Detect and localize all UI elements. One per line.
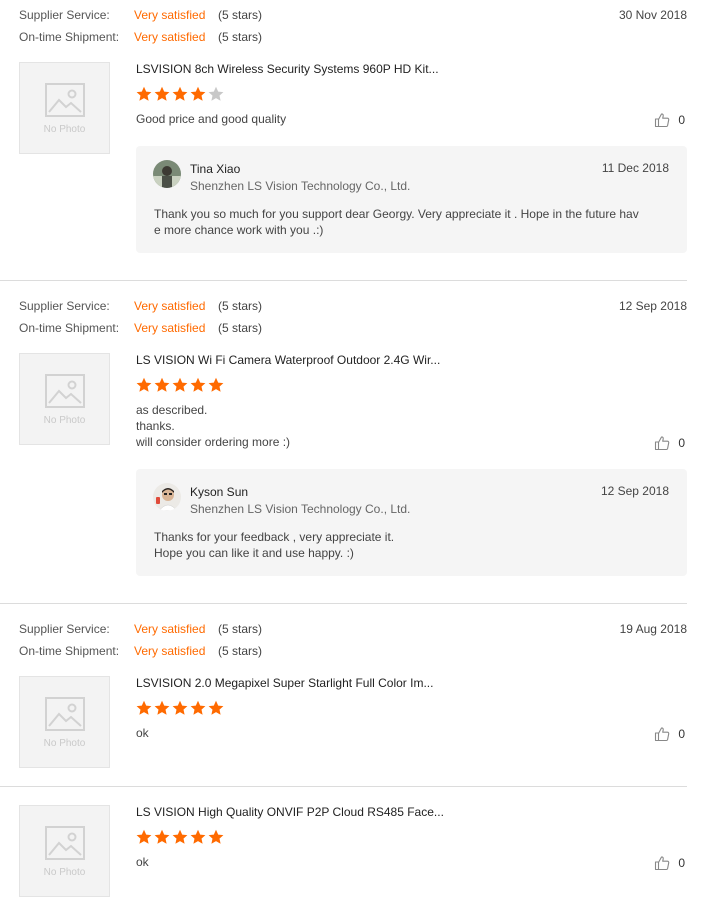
helpful-button[interactable]: 0 xyxy=(654,111,685,129)
star-icon xyxy=(190,700,206,715)
ontime-shipment-label: On-time Shipment: xyxy=(19,30,120,44)
star-icon xyxy=(136,377,152,392)
reply-company: Shenzhen LS Vision Technology Co., Ltd. xyxy=(190,502,411,516)
star-icon xyxy=(190,829,206,844)
thumbs-up-icon xyxy=(655,727,670,742)
ontime-shipment-row: On-time Shipment: Very satisfied (5 stars) xyxy=(19,320,262,336)
no-photo-label: No Photo xyxy=(43,124,86,135)
review-date: 12 Sep 2018 xyxy=(618,299,687,313)
star-icon xyxy=(172,700,188,715)
star-icon xyxy=(136,829,152,844)
reply-date: 11 Dec 2018 xyxy=(601,161,669,175)
star-icon xyxy=(208,86,224,101)
star-icon xyxy=(154,700,170,715)
helpful-button[interactable]: 0 xyxy=(654,725,685,743)
ontime-shipment-row: On-time Shipment: Very satisfied (5 stars) xyxy=(19,29,262,45)
no-photo-icon xyxy=(45,826,85,860)
helpful-count: 0 xyxy=(678,727,685,741)
star-icon xyxy=(190,377,206,392)
star-icon xyxy=(208,700,224,715)
rating-stars xyxy=(136,377,224,393)
star-icon xyxy=(154,377,170,392)
supplier-service-stars: (5 stars) xyxy=(218,8,263,22)
product-title-link[interactable]: LSVISION 2.0 Megapixel Super Starlight F… xyxy=(136,675,433,691)
rating-stars xyxy=(136,829,224,845)
ontime-shipment-stars: (5 stars) xyxy=(218,321,263,335)
no-photo-label: No Photo xyxy=(43,867,86,878)
star-icon xyxy=(208,829,224,844)
ontime-shipment-label: On-time Shipment: xyxy=(19,644,120,658)
product-title-link[interactable]: LS VISION Wi Fi Camera Waterproof Outdoo… xyxy=(136,352,440,368)
helpful-count: 0 xyxy=(678,856,685,870)
supplier-service-stars: (5 stars) xyxy=(218,622,263,636)
helpful-button[interactable]: 0 xyxy=(654,434,685,452)
star-icon xyxy=(208,377,224,392)
helpful-button[interactable]: 0 xyxy=(654,854,685,872)
product-thumbnail[interactable]: No Photo xyxy=(19,353,110,445)
no-photo-icon xyxy=(45,697,85,731)
product-thumbnail[interactable]: No Photo xyxy=(19,805,110,897)
star-icon xyxy=(172,86,188,101)
ontime-shipment-stars: (5 stars) xyxy=(218,30,263,44)
no-photo-icon xyxy=(45,83,85,117)
star-icon xyxy=(136,86,152,101)
reply-date: 12 Sep 2018 xyxy=(600,484,669,498)
product-title-link[interactable]: LSVISION 8ch Wireless Security Systems 9… xyxy=(136,61,439,77)
reply-author-name: Kyson Sun xyxy=(190,485,249,499)
star-icon xyxy=(172,377,188,392)
ontime-shipment-rating: Very satisfied xyxy=(134,321,206,335)
no-photo-label: No Photo xyxy=(43,415,86,426)
supplier-service-label: Supplier Service: xyxy=(19,622,110,636)
divider xyxy=(0,786,687,787)
reply-text: Thanks for your feedback , very apprecia… xyxy=(154,530,395,560)
supplier-service-row: Supplier Service: Very satisfied (5 stars) xyxy=(19,7,262,23)
supplier-reply: Tina Xiao Shenzhen LS Vision Technology … xyxy=(136,146,687,253)
review-text: Good price and good quality xyxy=(136,112,287,126)
avatar xyxy=(153,160,181,188)
no-photo-icon xyxy=(45,374,85,408)
supplier-service-row: Supplier Service: Very satisfied (5 stars) xyxy=(19,621,262,637)
star-icon xyxy=(136,700,152,715)
divider xyxy=(0,280,687,281)
ontime-shipment-rating: Very satisfied xyxy=(134,30,206,44)
product-thumbnail[interactable]: No Photo xyxy=(19,62,110,154)
ontime-shipment-row: On-time Shipment: Very satisfied (5 stars) xyxy=(19,643,262,659)
divider xyxy=(0,603,687,604)
reply-company: Shenzhen LS Vision Technology Co., Ltd. xyxy=(190,179,411,193)
supplier-service-row: Supplier Service: Very satisfied (5 stars) xyxy=(19,298,262,314)
supplier-service-rating: Very satisfied xyxy=(134,299,206,313)
review-date: 30 Nov 2018 xyxy=(618,8,687,22)
thumbs-up-icon xyxy=(655,436,670,451)
helpful-count: 0 xyxy=(678,113,685,127)
review-text: as described. thanks. will consider orde… xyxy=(136,403,291,449)
ontime-shipment-stars: (5 stars) xyxy=(218,644,263,658)
product-thumbnail[interactable]: No Photo xyxy=(19,676,110,768)
supplier-service-rating: Very satisfied xyxy=(134,8,206,22)
star-icon xyxy=(190,86,206,101)
product-title-link[interactable]: LS VISION High Quality ONVIF P2P Cloud R… xyxy=(136,804,444,820)
thumbs-up-icon xyxy=(655,113,670,128)
supplier-service-label: Supplier Service: xyxy=(19,8,110,22)
thumbs-up-icon xyxy=(655,856,670,871)
supplier-service-rating: Very satisfied xyxy=(134,622,206,636)
star-icon xyxy=(172,829,188,844)
supplier-service-stars: (5 stars) xyxy=(218,299,263,313)
reply-text: Thank you so much for you support dear G… xyxy=(154,207,639,237)
no-photo-label: No Photo xyxy=(43,738,86,749)
review-date: 19 Aug 2018 xyxy=(619,622,687,636)
star-icon xyxy=(154,86,170,101)
supplier-reply: Kyson Sun Shenzhen LS Vision Technology … xyxy=(136,469,687,576)
review-text: ok xyxy=(136,855,149,869)
ontime-shipment-rating: Very satisfied xyxy=(134,644,206,658)
avatar xyxy=(153,483,181,511)
reply-author-name: Tina Xiao xyxy=(190,162,241,176)
rating-stars xyxy=(136,700,224,716)
supplier-service-label: Supplier Service: xyxy=(19,299,110,313)
helpful-count: 0 xyxy=(678,436,685,450)
review-text: ok xyxy=(136,726,149,740)
ontime-shipment-label: On-time Shipment: xyxy=(19,321,120,335)
rating-stars xyxy=(136,86,224,102)
star-icon xyxy=(154,829,170,844)
